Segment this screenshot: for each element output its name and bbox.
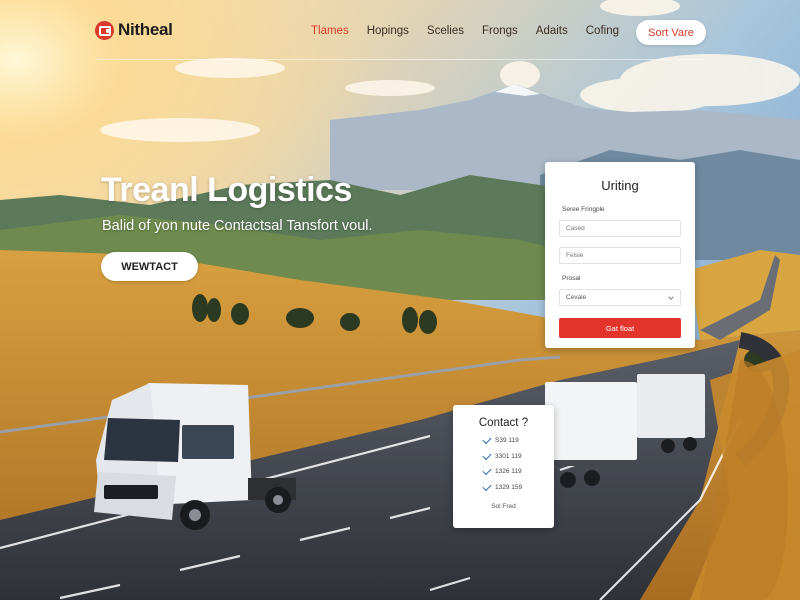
contact-item-text: 1326 119 bbox=[495, 468, 522, 475]
nav-link-5[interactable]: Adaits bbox=[536, 25, 568, 37]
top-navigation-bar: Nitheal Tlames Hopings Scelies Frongs Ad… bbox=[0, 0, 800, 62]
form-submit-button[interactable]: Gat float bbox=[559, 318, 681, 338]
contact-item: S39 119 bbox=[482, 434, 519, 445]
truck-badge-icon bbox=[95, 20, 114, 40]
contact-item-text: 3301 119 bbox=[495, 453, 522, 460]
contact-card: Contact ? S39 119 3301 119 1326 119 1329… bbox=[453, 405, 554, 528]
check-icon bbox=[482, 465, 492, 476]
form-title: Uriting bbox=[601, 178, 639, 193]
nav-link-6[interactable]: Cofing bbox=[586, 25, 619, 37]
check-icon bbox=[482, 481, 492, 492]
chevron-down-icon bbox=[668, 294, 674, 300]
hero-subtitle: Balid of yon nute Contactsal Tansfort vo… bbox=[102, 218, 373, 234]
contact-item: 3301 119 bbox=[482, 450, 522, 461]
nav-link-3[interactable]: Scelies bbox=[427, 25, 464, 37]
contact-item: 1326 119 bbox=[482, 465, 522, 476]
form-input-1[interactable] bbox=[559, 220, 681, 237]
main-nav: Tlames Hopings Scelies Frongs Adaits Cof… bbox=[311, 25, 637, 37]
form-select-dropdown[interactable]: Cevale bbox=[559, 289, 681, 306]
nav-link-2[interactable]: Hopings bbox=[367, 25, 409, 37]
header-divider bbox=[95, 59, 705, 60]
brand-logo[interactable]: Nitheal bbox=[95, 20, 173, 40]
check-icon bbox=[482, 434, 492, 445]
check-icon bbox=[482, 450, 492, 461]
brand-name: Nitheal bbox=[118, 20, 173, 39]
contact-title: Contact ? bbox=[478, 417, 529, 429]
form-select-value: Cevale bbox=[566, 294, 587, 301]
contact-item-text: 1329 159 bbox=[495, 484, 523, 491]
contact-item-text: S39 119 bbox=[495, 437, 519, 444]
form-label-1: Seree Fringple bbox=[562, 206, 605, 213]
header-cta-button[interactable]: Sort Vare bbox=[636, 20, 706, 45]
hero-title: Treanl Logistics bbox=[101, 171, 352, 209]
nav-link-4[interactable]: Frongs bbox=[482, 25, 518, 37]
form-label-2: Prosal bbox=[562, 275, 581, 282]
hero-contact-button[interactable]: WEWTACT bbox=[101, 252, 198, 281]
contact-link[interactable]: Sol Fred bbox=[453, 503, 554, 510]
quote-form-card: Uriting Seree Fringple Prosal Cevale Gat… bbox=[545, 162, 695, 348]
form-input-2[interactable] bbox=[559, 247, 681, 264]
contact-item: 1329 159 bbox=[482, 481, 523, 492]
nav-link-1[interactable]: Tlames bbox=[311, 25, 349, 37]
